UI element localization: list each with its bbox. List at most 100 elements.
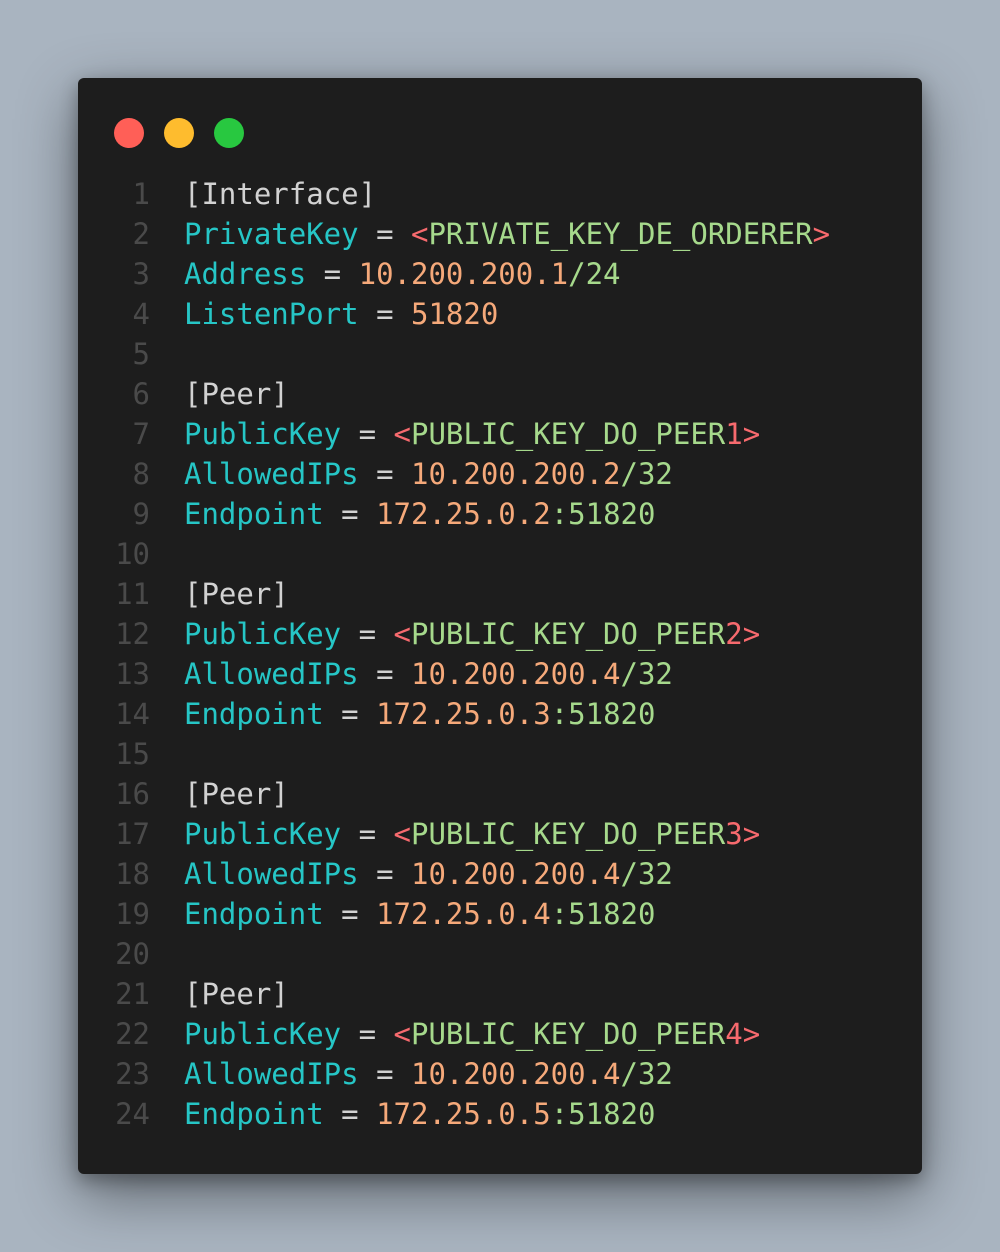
line-number: 9 xyxy=(132,497,150,531)
line-content: PublicKey = <PUBLIC_KEY_DO_PEER4> xyxy=(184,1014,760,1054)
token-num: 10.200.200.4 xyxy=(411,657,621,691)
token-num: 172.25.0.3 xyxy=(376,697,551,731)
line-number: 15 xyxy=(115,737,150,771)
token-ident: :51820 xyxy=(550,897,656,931)
line-number: 4 xyxy=(132,297,150,331)
line-content: Address = 10.200.200.1/24 xyxy=(184,254,621,294)
token-eq: = xyxy=(341,417,394,451)
token-eq: = xyxy=(323,497,377,531)
code-line: 19 Endpoint = 172.25.0.4:51820 xyxy=(78,894,922,934)
code-editor[interactable]: 1 [Interface] 2 PrivateKey = <PRIVATE_KEY_D… xyxy=(78,174,922,1134)
token-ident: /32 xyxy=(620,857,673,891)
line-number: 20 xyxy=(115,937,150,971)
code-line: 23 AllowedIPs = 10.200.200.4/32 xyxy=(78,1054,922,1094)
code-line: 1 [Interface] xyxy=(78,174,922,214)
token-key: PublicKey xyxy=(184,417,342,451)
token-key: Endpoint xyxy=(184,697,324,731)
token-num: 10.200.200.4 xyxy=(411,857,621,891)
line-number: 23 xyxy=(115,1057,150,1091)
code-line: 15 xyxy=(78,734,922,774)
token-sym: < xyxy=(393,817,411,851)
token-eq: = xyxy=(306,257,359,291)
token-eq: = xyxy=(323,697,377,731)
code-line: 12 PublicKey = <PUBLIC_KEY_DO_PEER2> xyxy=(78,614,922,654)
token-ident: /32 xyxy=(620,657,673,691)
line-content: Endpoint = 172.25.0.4:51820 xyxy=(184,894,655,934)
code-line: 21 [Peer] xyxy=(78,974,922,1014)
token-num: 172.25.0.4 xyxy=(376,897,551,931)
code-line: 3 Address = 10.200.200.1/24 xyxy=(78,254,922,294)
line-number: 22 xyxy=(115,1017,150,1051)
code-line: 11 [Peer] xyxy=(78,574,922,614)
minimize-button[interactable] xyxy=(164,118,194,148)
code-line: 6 [Peer] xyxy=(78,374,922,414)
code-window: 1 [Interface] 2 PrivateKey = <PRIVATE_KEY_D… xyxy=(78,78,922,1174)
zoom-button[interactable] xyxy=(214,118,244,148)
token-ident: PUBLIC_KEY_DO_PEER xyxy=(411,817,726,851)
line-content: [Interface] xyxy=(184,174,376,214)
line-number: 11 xyxy=(115,577,150,611)
token-num: 10.200.200.2 xyxy=(411,457,621,491)
code-line: 2 PrivateKey = <PRIVATE_KEY_DE_ORDERER> xyxy=(78,214,922,254)
line-number: 3 xyxy=(132,257,150,291)
token-eq: = xyxy=(323,1097,377,1131)
token-eq: = xyxy=(341,1017,394,1051)
close-button[interactable] xyxy=(114,118,144,148)
token-key: Endpoint xyxy=(184,497,324,531)
line-number: 12 xyxy=(115,617,150,651)
code-line: 8 AllowedIPs = 10.200.200.2/32 xyxy=(78,454,922,494)
token-sym: > xyxy=(812,217,831,251)
token-sym: < xyxy=(393,417,411,451)
token-key: PrivateKey xyxy=(184,217,359,251)
token-section: [Peer] xyxy=(184,577,289,611)
token-key: PublicKey xyxy=(184,1017,342,1051)
line-number: 21 xyxy=(115,977,150,1011)
token-num: 51820 xyxy=(411,297,499,331)
line-content: Endpoint = 172.25.0.5:51820 xyxy=(184,1094,655,1134)
line-content: Endpoint = 172.25.0.2:51820 xyxy=(184,494,655,534)
token-ident: PRIVATE_KEY_DE_ORDERER xyxy=(428,217,813,251)
token-key: Address xyxy=(184,257,307,291)
line-content: PrivateKey = <PRIVATE_KEY_DE_ORDERER> xyxy=(184,214,830,254)
token-sym: < xyxy=(393,617,411,651)
token-ident: :51820 xyxy=(550,1097,656,1131)
code-line: 5 xyxy=(78,334,922,374)
line-content: ListenPort = 51820 xyxy=(184,294,498,334)
line-content: PublicKey = <PUBLIC_KEY_DO_PEER3> xyxy=(184,814,760,854)
code-line: 17 PublicKey = <PUBLIC_KEY_DO_PEER3> xyxy=(78,814,922,854)
token-key: AllowedIPs xyxy=(184,1057,359,1091)
token-section: [Peer] xyxy=(184,977,289,1011)
line-number: 6 xyxy=(132,377,150,411)
token-eq: = xyxy=(341,617,394,651)
line-content: PublicKey = <PUBLIC_KEY_DO_PEER1> xyxy=(184,414,760,454)
token-sym: 1> xyxy=(725,417,761,451)
token-key: AllowedIPs xyxy=(184,657,359,691)
token-eq: = xyxy=(341,817,394,851)
token-ident: :51820 xyxy=(550,497,656,531)
token-num: 10.200.200.4 xyxy=(411,1057,621,1091)
token-section: [Interface] xyxy=(184,177,377,211)
line-content: AllowedIPs = 10.200.200.4/32 xyxy=(184,1054,673,1094)
code-line: 14 Endpoint = 172.25.0.3:51820 xyxy=(78,694,922,734)
code-line: 4 ListenPort = 51820 xyxy=(78,294,922,334)
line-number: 1 xyxy=(132,177,150,211)
token-key: AllowedIPs xyxy=(184,857,359,891)
line-content: AllowedIPs = 10.200.200.4/32 xyxy=(184,854,673,894)
token-section: [Peer] xyxy=(184,377,289,411)
token-key: Endpoint xyxy=(184,1097,324,1131)
token-key: AllowedIPs xyxy=(184,457,359,491)
token-key: PublicKey xyxy=(184,817,342,851)
line-number: 14 xyxy=(115,697,150,731)
token-eq: = xyxy=(358,657,411,691)
code-line: 13 AllowedIPs = 10.200.200.4/32 xyxy=(78,654,922,694)
token-num: 10.200.200.1 xyxy=(358,257,569,291)
line-content: Endpoint = 172.25.0.3:51820 xyxy=(184,694,655,734)
token-num: 172.25.0.5 xyxy=(376,1097,551,1131)
code-line: 9 Endpoint = 172.25.0.2:51820 xyxy=(78,494,922,534)
line-number: 18 xyxy=(115,857,150,891)
token-key: ListenPort xyxy=(184,297,359,331)
token-ident: :51820 xyxy=(550,697,656,731)
code-line: 18 AllowedIPs = 10.200.200.4/32 xyxy=(78,854,922,894)
line-number: 8 xyxy=(132,457,150,491)
token-key: PublicKey xyxy=(184,617,342,651)
